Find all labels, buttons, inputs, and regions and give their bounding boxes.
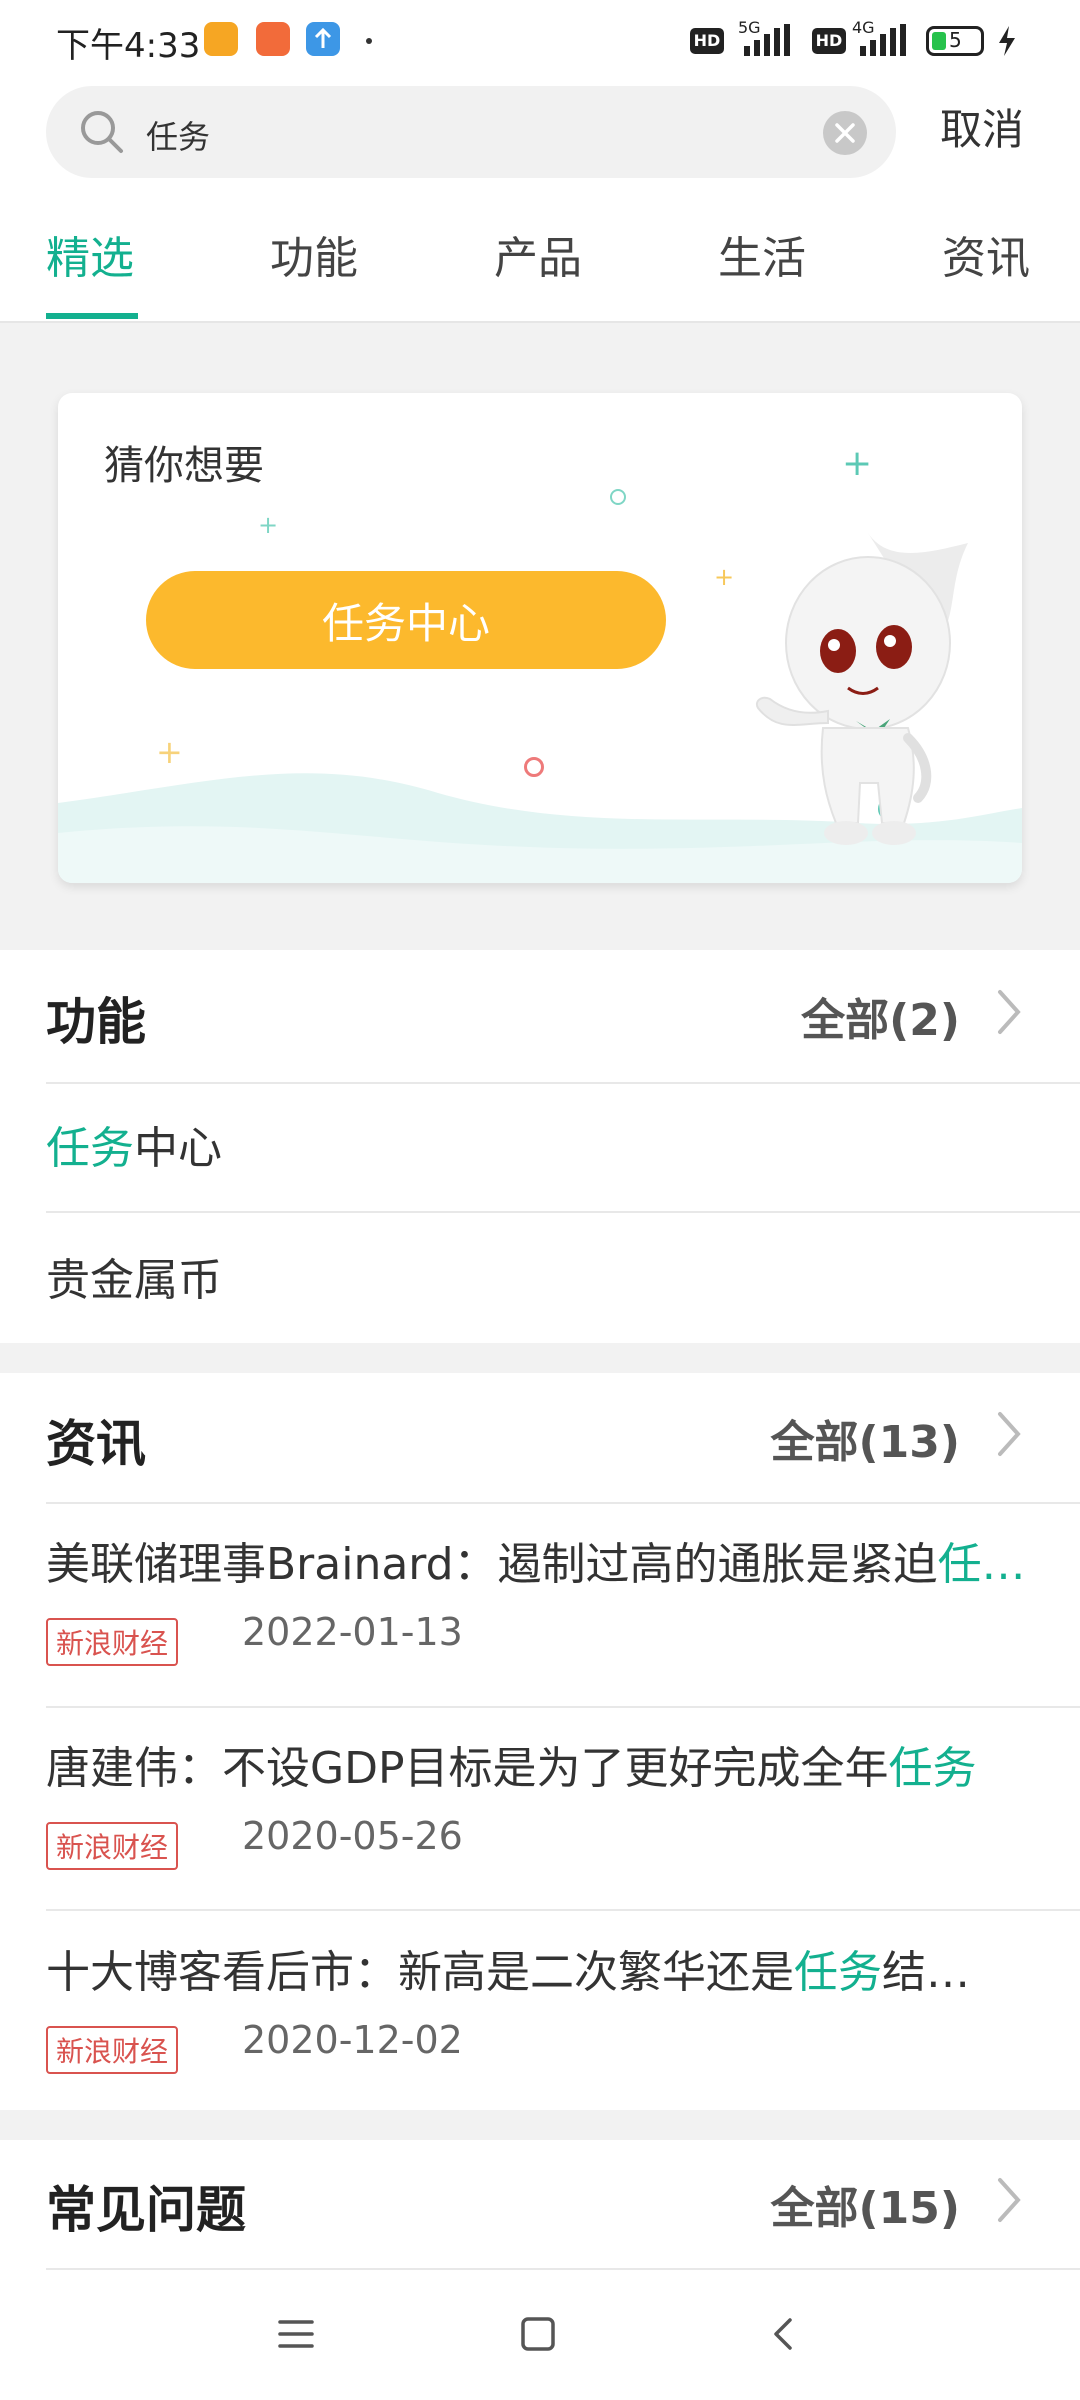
charging-icon (999, 26, 1015, 56)
news-item[interactable]: 十大博客看后市：新高是二次繁华还是任务结… 新浪财经 2020-12-02 (46, 1936, 1080, 2106)
chevron-right-icon (998, 1412, 1021, 1456)
tab-life[interactable]: 生活 (718, 222, 806, 286)
task-center-button[interactable]: 任务中心 (146, 571, 666, 669)
news-item-title: 美联储理事Brainard：遏制过高的通胀是紧迫任… (46, 1539, 1026, 1590)
tab-news[interactable]: 资讯 (942, 222, 1030, 286)
search-input[interactable] (146, 110, 786, 160)
clear-search-icon[interactable] (822, 110, 868, 156)
news-source-badge: 新浪财经 (46, 1618, 179, 1666)
functions-view-all[interactable]: 全部(2) (700, 978, 1030, 1048)
news-item[interactable]: 唐建伟：不设GDP目标是为了更好完成全年任务 新浪财经 2020-05-26 (46, 1732, 1080, 1902)
tab-functions[interactable]: 功能 (270, 222, 358, 286)
upload-app-icon (306, 22, 340, 56)
shop-app-icon (256, 22, 290, 56)
news-source-badge: 新浪财经 (46, 2026, 179, 2074)
news-date: 2022-01-13 (242, 1610, 463, 1654)
section-gap (0, 1343, 1080, 1373)
battery-level: 5 (949, 28, 962, 52)
hd-icon-2: HD (812, 28, 846, 54)
signal-icon (744, 24, 790, 56)
faq-view-all[interactable]: 全部(15) (700, 2166, 1030, 2236)
function-item-label: 中心 (134, 1123, 222, 1174)
signal-icon-2 (860, 24, 906, 56)
divider (46, 1082, 1080, 1084)
system-navigation-bar (0, 2270, 1080, 2400)
sparkle-icon: + (842, 443, 873, 484)
promo-title: 猜你想要 (104, 443, 264, 489)
function-item-precious-metal-coins[interactable]: 贵金属币 (46, 1244, 222, 1308)
home-icon[interactable] (518, 2314, 558, 2354)
mascot-illustration (756, 533, 968, 845)
news-section-title: 资讯 (46, 1415, 146, 1473)
news-date: 2020-05-26 (242, 1814, 463, 1858)
back-icon[interactable] (764, 2314, 804, 2354)
news-source-badge: 新浪财经 (46, 1822, 179, 1870)
divider (46, 1502, 1080, 1504)
functions-view-all-label: 全部(2) (801, 995, 960, 1046)
news-item-title: 唐建伟：不设GDP目标是为了更好完成全年任务 (46, 1743, 977, 1794)
news-date: 2020-12-02 (242, 2018, 463, 2062)
news-item[interactable]: 美联储理事Brainard：遏制过高的通胀是紧迫任… 新浪财经 2022-01-… (46, 1528, 1080, 1698)
sparkle-icon: + (156, 733, 183, 771)
function-item-label: 贵金属币 (46, 1255, 222, 1306)
divider (46, 1706, 1080, 1708)
status-bar: 下午4:33 HD 5G HD 4G 5 (0, 0, 1080, 80)
active-tab-indicator (46, 313, 138, 319)
section-gap (0, 2110, 1080, 2140)
faq-view-all-label: 全部(15) (770, 2183, 960, 2234)
news-view-all[interactable]: 全部(13) (700, 1400, 1030, 1470)
sparkle-icon: + (258, 511, 279, 539)
search-highlight: 任务 (46, 1123, 134, 1174)
divider (46, 1211, 1080, 1213)
battery-icon: 5 (926, 26, 984, 56)
tab-products[interactable]: 产品 (494, 222, 582, 286)
notes-app-icon (204, 22, 238, 56)
status-time: 下午4:33 (56, 26, 201, 66)
hd-icon: HD (690, 28, 724, 54)
chevron-right-icon (998, 2178, 1021, 2222)
function-item-task-center[interactable]: 任务中心 (46, 1112, 222, 1176)
chevron-right-icon (998, 990, 1021, 1034)
search-icon (81, 111, 123, 153)
news-view-all-label: 全部(13) (770, 1417, 960, 1468)
news-item-title: 十大博客看后市：新高是二次繁华还是任务结… (46, 1947, 970, 1998)
functions-section-title: 功能 (46, 993, 146, 1051)
promo-card: 猜你想要 任务中心 + + + + (58, 393, 1022, 883)
ring-decoration (610, 489, 626, 505)
notification-dot (366, 38, 372, 44)
tab-featured[interactable]: 精选 (46, 222, 134, 286)
ring-decoration (524, 757, 544, 777)
cancel-button[interactable]: 取消 (940, 96, 1024, 157)
faq-section-title: 常见问题 (46, 2181, 246, 2239)
menu-icon[interactable] (276, 2314, 316, 2354)
divider (46, 1909, 1080, 1911)
